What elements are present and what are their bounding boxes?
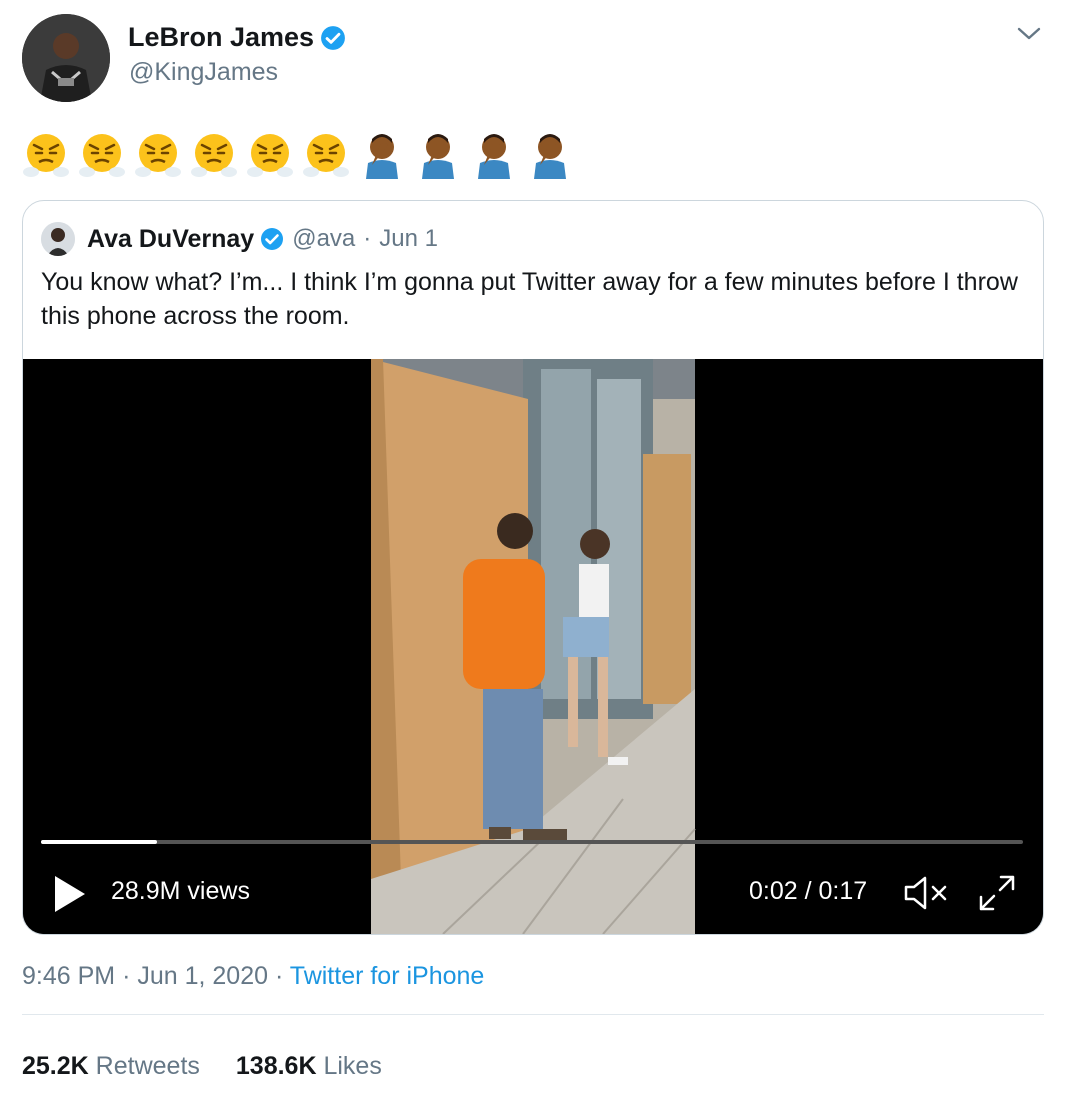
tweet-stats: 25.2K Retweets 138.6K Likes <box>22 1052 418 1081</box>
author-display-name[interactable]: LeBron James <box>128 22 314 53</box>
face-with-steam-from-nose-icon <box>135 134 181 177</box>
video-view-count: 28.9M views <box>111 877 250 905</box>
retweets-stat[interactable]: 25.2K Retweets <box>22 1052 200 1081</box>
tweet-source-link[interactable]: Twitter for iPhone <box>290 962 485 990</box>
separator-dot: · <box>122 962 131 990</box>
play-icon[interactable] <box>53 874 87 914</box>
quoted-author-name[interactable]: Ava DuVernay <box>87 225 254 254</box>
man-facepalming-icon <box>366 134 398 179</box>
likes-count: 138.6K <box>235 1052 317 1080</box>
author-avatar[interactable] <box>22 14 110 102</box>
retweets-count: 25.2K <box>22 1052 89 1080</box>
video-progress-fill <box>41 840 157 844</box>
quoted-author-avatar[interactable] <box>41 222 75 256</box>
face-with-steam-from-nose-icon <box>247 134 293 177</box>
author-handle[interactable]: @KingJames <box>129 58 278 87</box>
volume-muted-icon[interactable] <box>903 873 951 913</box>
tweet-date[interactable]: Jun 1, 2020 <box>137 962 268 990</box>
video-frame <box>23 359 1043 934</box>
likes-stat[interactable]: 138.6K Likes <box>236 1052 382 1081</box>
quoted-tweet-text: You know what? I’m... I think I’m gonna … <box>41 268 1018 330</box>
separator-dot: · <box>274 962 284 990</box>
tweet-text <box>22 130 574 180</box>
face-with-steam-from-nose-icon <box>191 134 237 177</box>
likes-label: Likes <box>323 1052 382 1080</box>
quoted-tweet-date[interactable]: Jun 1 <box>379 225 438 253</box>
fullscreen-icon[interactable] <box>977 873 1017 913</box>
video-time: 0:02 / 0:17 <box>749 877 868 905</box>
tweet-time[interactable]: 9:46 PM <box>22 962 115 990</box>
retweets-label: Retweets <box>95 1052 200 1080</box>
verified-badge-icon <box>321 25 345 50</box>
man-facepalming-icon <box>422 134 454 179</box>
face-with-steam-from-nose-icon <box>79 134 125 177</box>
man-facepalming-icon <box>478 134 510 179</box>
video-progress-bar[interactable] <box>41 840 1023 844</box>
face-with-steam-from-nose-icon <box>303 134 349 177</box>
verified-badge-icon <box>261 228 284 250</box>
quoted-tweet-card[interactable]: Ava DuVernay @ava · Jun 1 You know what?… <box>22 200 1044 935</box>
tweet-meta: 9:46 PM · Jun 1, 2020 · Twitter for iPho… <box>22 962 484 991</box>
separator-dot: · <box>363 225 372 252</box>
quoted-author-handle[interactable]: @ava <box>292 225 355 253</box>
video-player[interactable]: 28.9M views 0:02 / 0:17 <box>23 359 1043 934</box>
chevron-down-icon[interactable] <box>1016 24 1042 44</box>
face-with-steam-from-nose-icon <box>23 134 69 177</box>
divider <box>22 1014 1044 1015</box>
man-facepalming-icon <box>534 134 566 179</box>
